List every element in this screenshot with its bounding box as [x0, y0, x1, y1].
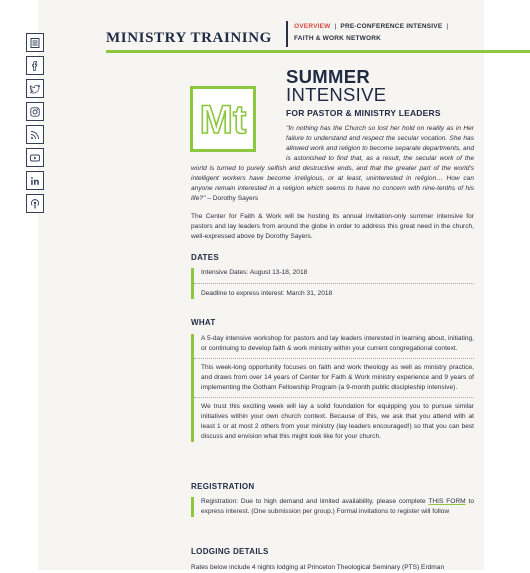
top-navigation: OVERVIEW | PRE-CONFERENCE INTENSIVE | FA… — [286, 21, 448, 47]
registration-text-before: Registration: Due to high demand and lim… — [201, 498, 429, 505]
linkedin-button[interactable] — [26, 171, 44, 190]
registration-block: Registration: Due to high demand and lim… — [191, 497, 474, 517]
registration-form-link[interactable]: THIS FORM — [428, 498, 465, 505]
page-title-line-2: INTENSIVE — [286, 84, 387, 105]
dates-heading: DATES — [191, 253, 220, 262]
youtube-button[interactable] — [26, 148, 44, 167]
lodging-heading: LODGING DETAILS — [191, 547, 269, 556]
nav-overview[interactable]: OVERVIEW — [294, 23, 331, 30]
podcast-button[interactable] — [26, 194, 44, 213]
header-accent-line — [106, 50, 530, 53]
registration-heading: REGISTRATION — [191, 482, 255, 491]
logo-spacer — [191, 124, 286, 164]
rss-icon — [30, 130, 39, 139]
social-sidebar — [26, 33, 46, 217]
nav-faith-work-network[interactable]: FAITH & WORK NETWORK — [294, 35, 448, 42]
instagram-button[interactable] — [26, 102, 44, 121]
podcast-icon — [30, 198, 40, 208]
nav-separator: | — [446, 23, 449, 30]
instagram-icon — [30, 106, 40, 117]
facebook-button[interactable] — [26, 56, 44, 75]
sayers-quote: "In nothing has the Church so lost her h… — [191, 124, 474, 204]
dates-item-intensive: Intensive Dates: August 13-18, 2018 — [201, 269, 308, 276]
what-item: This week-long opportunity focuses on fa… — [194, 358, 474, 397]
registration-text: Registration: Due to high demand and lim… — [194, 497, 474, 517]
linkedin-icon — [31, 176, 39, 185]
nav-separator: | — [334, 23, 337, 30]
newsletter-button[interactable] — [26, 33, 44, 52]
lodging-text: Rates below include 4 nights lodging at … — [191, 564, 445, 571]
quote-author: – Dorothy Sayers — [205, 195, 259, 202]
rss-button[interactable] — [26, 125, 44, 144]
newsletter-icon — [30, 37, 40, 48]
twitter-icon — [29, 84, 41, 93]
what-heading: WHAT — [191, 318, 216, 327]
twitter-button[interactable] — [26, 79, 44, 98]
page-subtitle: FOR PASTOR & MINISTRY LEADERS — [286, 108, 441, 118]
what-item: A 5-day intensive workshop for pastors a… — [201, 335, 474, 352]
nav-pre-conference-intensive[interactable]: PRE-CONFERENCE INTENSIVE — [340, 23, 442, 30]
what-block: A 5-day intensive workshop for pastors a… — [191, 334, 474, 442]
intro-paragraph: The Center for Faith & Work will be host… — [191, 213, 474, 240]
dates-item-deadline: Deadline to express interest: March 31, … — [194, 283, 474, 299]
facebook-icon — [32, 60, 38, 71]
dates-block: Intensive Dates: August 13-18, 2018 Dead… — [191, 268, 474, 299]
what-item: We trust this exciting week will lay a s… — [194, 397, 474, 442]
site-brand-title[interactable]: MINISTRY TRAINING — [106, 30, 272, 47]
youtube-icon — [30, 154, 40, 161]
